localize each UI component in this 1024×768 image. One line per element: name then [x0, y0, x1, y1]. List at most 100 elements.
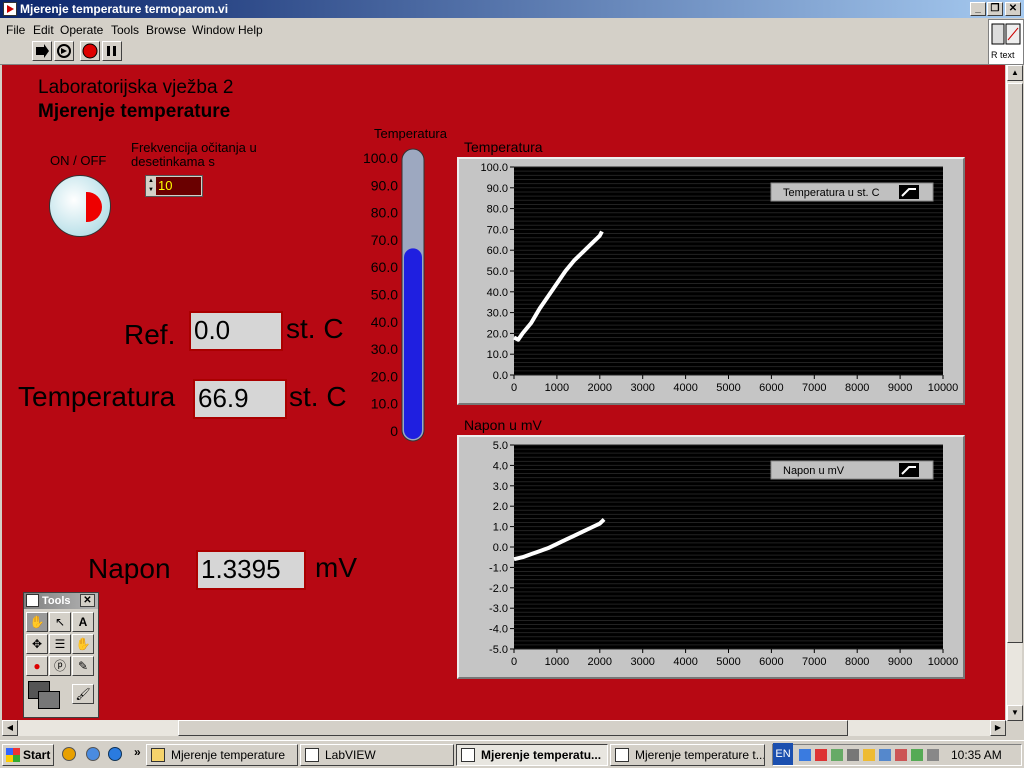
- operate-hand-icon[interactable]: ✋: [26, 612, 48, 632]
- vi-connector-icon: R text: [988, 19, 1024, 65]
- menu-help[interactable]: Help: [238, 23, 263, 37]
- position-arrow-icon[interactable]: ↖: [49, 612, 71, 632]
- x-tick-label: 6000: [759, 656, 783, 668]
- temp-chart: 100.0 90.0 80.0 70.0 60.0 50.0 40.0 30.0 20.0 10.…: [457, 157, 965, 405]
- scroll-up-arrow-icon[interactable]: ▲: [1007, 65, 1023, 81]
- x-tick-label: 4000: [673, 382, 697, 394]
- edit-text-icon[interactable]: A: [72, 612, 94, 632]
- tools-palette-title-bar[interactable]: Tools ✕: [24, 593, 98, 609]
- scroll-down-arrow-icon[interactable]: ▼: [1007, 705, 1023, 721]
- tray-shield-icon[interactable]: [831, 749, 843, 761]
- get-color-dropper-icon[interactable]: ✎: [72, 656, 94, 676]
- temp-chart-svg: 100.0 90.0 80.0 70.0 60.0 50.0 40.0 30.0 20.0 10.…: [480, 162, 959, 394]
- vertical-scroll-thumb[interactable]: [1007, 83, 1023, 643]
- freq-label-line2: desetinkama s: [131, 154, 215, 169]
- run-continuously-icon[interactable]: [54, 41, 74, 61]
- set-color-brush-icon[interactable]: 🖌: [72, 684, 94, 704]
- labview-icon: [615, 748, 629, 762]
- y-tick-label: 2.0: [493, 501, 508, 513]
- quicklaunch-more-icon[interactable]: »: [134, 745, 141, 759]
- onoff-button[interactable]: [49, 175, 111, 237]
- task-folder[interactable]: Mjerenje temperature: [146, 744, 298, 766]
- y-tick-label: -5.0: [489, 644, 508, 656]
- tray-app2-icon[interactable]: [879, 749, 891, 761]
- legend-label: Napon u mV: [783, 465, 845, 477]
- abort-stop-icon[interactable]: [80, 41, 100, 61]
- y-tick-label: 10.0: [487, 349, 508, 361]
- media-player-icon[interactable]: [62, 747, 76, 761]
- task-vi-diagram[interactable]: Mjerenje temperature t...: [610, 744, 765, 766]
- napon-label: Napon: [88, 553, 171, 584]
- breakpoint-icon[interactable]: ●: [26, 656, 48, 676]
- horizontal-scroll-thumb[interactable]: [178, 720, 848, 736]
- close-button[interactable]: ✕: [1005, 2, 1021, 16]
- freq-increment-arrows[interactable]: ▲ ▼: [147, 177, 155, 195]
- thermometer-fill: [404, 248, 422, 439]
- run-toolbar: [0, 39, 988, 65]
- labview-icon: [26, 594, 39, 607]
- menu-operate[interactable]: Operate: [60, 23, 103, 37]
- window-title-bar[interactable]: Mjerenje temperature termoparom.vi _ ❐ ✕: [0, 0, 1024, 18]
- tray-app5-icon[interactable]: [927, 749, 939, 761]
- labview-icon: [461, 748, 475, 762]
- color-swatch-icon[interactable]: [28, 681, 64, 713]
- napon-chart-title: Napon u mV: [464, 417, 542, 433]
- internet-explorer-icon[interactable]: [108, 747, 122, 761]
- freq-numeric-control[interactable]: ▲ ▼ 10: [145, 175, 203, 197]
- menu-file[interactable]: File: [6, 23, 25, 37]
- connect-wire-icon[interactable]: ✥: [26, 634, 48, 654]
- search-icon[interactable]: [86, 747, 100, 761]
- temp-unit: st. C: [289, 381, 347, 412]
- tray-app-icon[interactable]: [863, 749, 875, 761]
- object-shortcut-menu-icon[interactable]: ☰: [49, 634, 71, 654]
- task-vi-front-panel[interactable]: Mjerenje temperatu...: [456, 744, 608, 766]
- taskbar: Start » Mjerenje temperature LabVIEW Mje…: [0, 740, 1024, 768]
- start-button[interactable]: Start: [2, 744, 54, 766]
- napon-chart-svg: 5.0 4.0 3.0 2.0 1.0 0.0 -1.0 -2.0 -3.0 -4.0 -5.00 1…: [489, 440, 958, 668]
- menu-window[interactable]: Window: [192, 23, 235, 37]
- menu-tools[interactable]: Tools: [111, 23, 139, 37]
- probe-icon[interactable]: ⓟ: [49, 656, 71, 676]
- thermometer-tick-label: 90.0: [371, 177, 398, 193]
- y-tick-label: 90.0: [487, 183, 508, 195]
- tools-close-button[interactable]: ✕: [80, 594, 95, 607]
- tray-volume-icon[interactable]: [847, 749, 859, 761]
- tray-network-icon[interactable]: [799, 749, 811, 761]
- scroll-right-arrow-icon[interactable]: ▶: [990, 720, 1006, 736]
- scroll-left-arrow-icon[interactable]: ◀: [2, 720, 18, 736]
- chart-legend[interactable]: Napon u mV: [770, 460, 934, 480]
- menu-edit[interactable]: Edit: [33, 23, 54, 37]
- thermometer-tick-label: 100.0: [363, 150, 398, 166]
- task-label: LabVIEW: [325, 748, 376, 762]
- y-tick-label: 50.0: [487, 266, 508, 278]
- vertical-scrollbar[interactable]: ▲ ▼: [1006, 65, 1023, 721]
- y-tick-label: 3.0: [493, 481, 508, 493]
- minimize-button[interactable]: _: [970, 2, 986, 16]
- maximize-button[interactable]: ❐: [987, 2, 1003, 16]
- tray-app4-icon[interactable]: [911, 749, 923, 761]
- tools-title: Tools: [42, 595, 71, 607]
- y-tick-label: 70.0: [487, 224, 508, 236]
- tray-app3-icon[interactable]: [895, 749, 907, 761]
- x-tick-label: 1000: [545, 382, 569, 394]
- windows-logo-icon: [6, 748, 20, 762]
- task-labview[interactable]: LabVIEW: [300, 744, 454, 766]
- y-tick-label: -2.0: [489, 583, 508, 595]
- tools-palette[interactable]: Tools ✕ ✋ ↖ A ✥ ☰ ✋ ● ⓟ ✎ 🖌: [23, 592, 99, 718]
- ref-indicator: 0.0: [189, 311, 283, 351]
- menu-browse[interactable]: Browse: [146, 23, 186, 37]
- run-arrow-icon[interactable]: [32, 41, 52, 61]
- scroll-hand-icon[interactable]: ✋: [72, 634, 94, 654]
- legend-plot-icon: [899, 185, 919, 199]
- freq-value[interactable]: 10: [156, 177, 201, 195]
- horizontal-scrollbar[interactable]: ◀ ▶: [2, 720, 1006, 736]
- x-tick-label: 0: [511, 656, 517, 668]
- window-title: Mjerenje temperature termoparom.vi: [20, 2, 229, 16]
- thermometer-tick-label: 20.0: [371, 368, 398, 384]
- language-indicator[interactable]: EN: [773, 743, 793, 765]
- task-label: Mjerenje temperature t...: [635, 748, 765, 762]
- x-tick-label: 10000: [928, 382, 959, 394]
- tray-antivirus-icon[interactable]: [815, 749, 827, 761]
- pause-icon[interactable]: [102, 41, 122, 61]
- chart-legend[interactable]: Temperatura u st. C: [770, 182, 934, 202]
